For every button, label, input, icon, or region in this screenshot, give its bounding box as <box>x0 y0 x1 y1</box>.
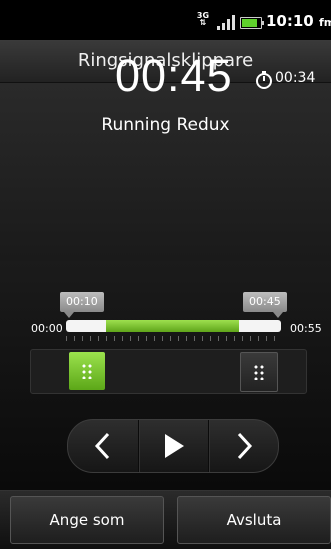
grip-icon <box>81 363 93 379</box>
play-icon <box>165 434 184 458</box>
playback-controls <box>67 419 279 473</box>
clip-info-panel <box>0 83 331 261</box>
max-time-label: 00:55 <box>290 322 322 335</box>
signal-strength-icon <box>217 14 237 30</box>
grip-icon <box>253 364 265 380</box>
selected-range <box>106 320 239 332</box>
start-trim-handle[interactable] <box>69 352 105 390</box>
end-trim-handle[interactable] <box>240 352 278 392</box>
clip-duration: 00:34 <box>275 70 316 86</box>
trim-track <box>66 320 281 332</box>
battery-icon <box>240 17 264 29</box>
chevron-left-icon <box>94 432 110 460</box>
previous-button[interactable] <box>68 420 138 472</box>
end-time-tag: 00:45 <box>243 292 287 318</box>
status-bar: 3G ⇅ 10:10 fm <box>0 0 331 40</box>
chevron-right-icon <box>237 432 253 460</box>
next-button[interactable] <box>208 420 279 472</box>
set-as-button[interactable]: Ange som <box>10 496 164 544</box>
clip-length: 00:45 <box>115 50 233 101</box>
song-title: Running Redux <box>101 115 230 135</box>
exit-button[interactable]: Avsluta <box>177 496 331 544</box>
network-3g-icon: 3G ⇅ <box>196 11 210 27</box>
play-button[interactable] <box>138 420 209 472</box>
min-time-label: 00:00 <box>31 322 63 335</box>
stopwatch-icon <box>256 71 272 89</box>
start-time-tag: 00:10 <box>60 292 104 318</box>
tick-marks <box>66 336 281 341</box>
status-clock: 10:10 fm <box>266 12 331 30</box>
